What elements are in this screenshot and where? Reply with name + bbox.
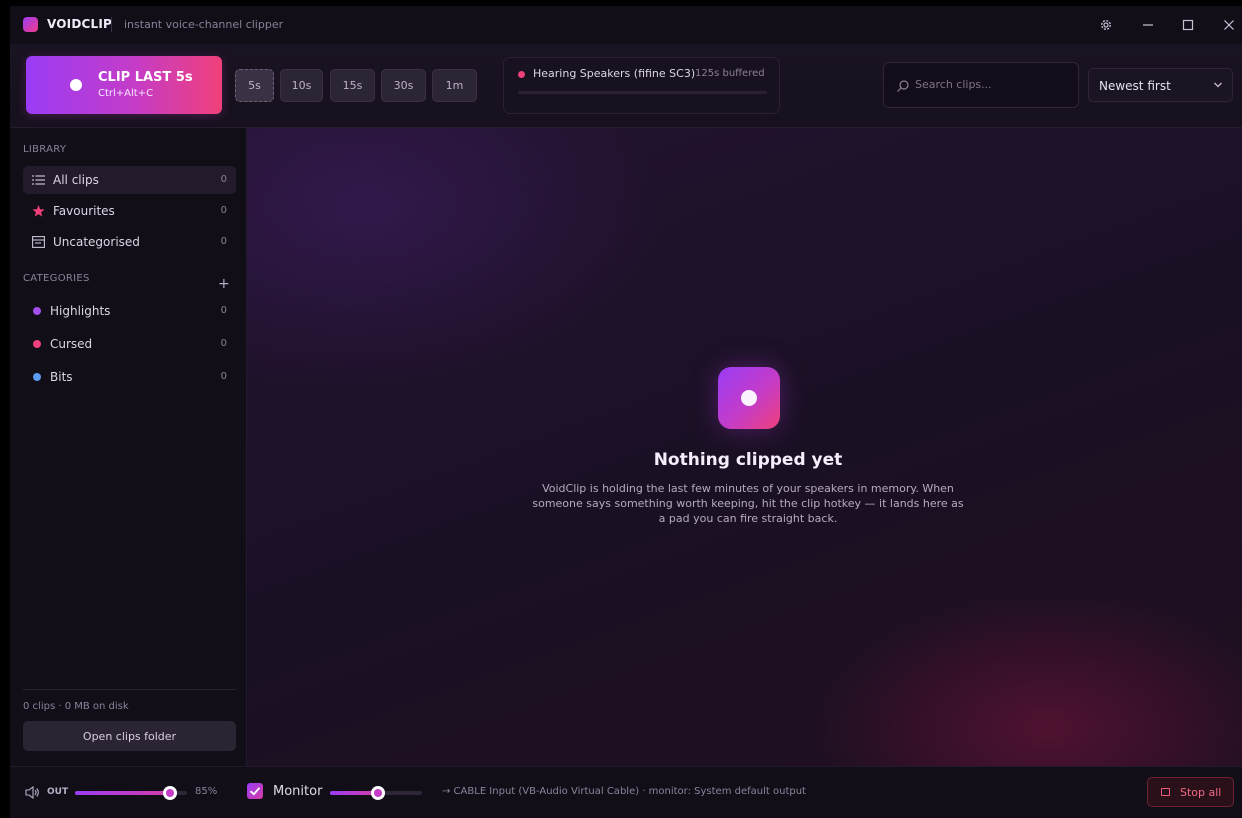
app-window: VOIDCLIP instant voice-channel clipper C… bbox=[10, 6, 1242, 818]
sidebar-item-favourites[interactable]: Favourites 0 bbox=[23, 197, 236, 225]
sidebar-item-count: 0 bbox=[220, 338, 227, 349]
sidebar-item-count: 0 bbox=[220, 371, 227, 382]
sidebar-item-label: Highlights bbox=[50, 304, 111, 318]
speaker-icon bbox=[25, 786, 39, 799]
sidebar-item-highlights[interactable]: Highlights 0 bbox=[23, 297, 236, 325]
sort-selected: Newest first bbox=[1099, 79, 1171, 93]
category-color-dot bbox=[33, 307, 41, 315]
list-icon bbox=[32, 175, 45, 185]
chevron-down-icon bbox=[1214, 82, 1222, 88]
output-volume-slider[interactable] bbox=[75, 786, 187, 800]
star-icon bbox=[32, 205, 45, 217]
sidebar-item-label: Bits bbox=[50, 370, 73, 384]
sidebar-divider bbox=[23, 689, 236, 690]
empty-state-text: VoidClip is holding the last few minutes… bbox=[532, 482, 964, 525]
live-dot-icon bbox=[518, 71, 525, 78]
audio-route-info: → CABLE Input (VB-Audio Virtual Cable) ·… bbox=[442, 786, 806, 797]
sidebar-item-bits[interactable]: Bits 0 bbox=[23, 363, 236, 391]
duration-1m-button[interactable]: 1m bbox=[432, 69, 477, 102]
sidebar-item-cursed[interactable]: Cursed 0 bbox=[23, 330, 236, 358]
app-logo-icon bbox=[23, 17, 38, 32]
sidebar-item-label: All clips bbox=[53, 173, 99, 187]
sidebar-item-label: Uncategorised bbox=[53, 235, 140, 249]
sidebar-item-label: Favourites bbox=[53, 204, 115, 218]
empty-state-icon bbox=[718, 367, 780, 429]
output-volume-fill bbox=[75, 791, 170, 795]
output-volume-handle[interactable] bbox=[163, 786, 177, 800]
category-color-dot bbox=[33, 373, 41, 381]
sidebar-item-count: 0 bbox=[220, 236, 227, 247]
duration-10s-button[interactable]: 10s bbox=[280, 69, 323, 102]
output-label: OUT bbox=[47, 787, 69, 797]
app-tagline: instant voice-channel clipper bbox=[124, 18, 284, 31]
monitor-checkbox[interactable] bbox=[247, 783, 263, 799]
buffer-meter bbox=[518, 91, 767, 94]
title-bar: VOIDCLIP instant voice-channel clipper bbox=[10, 6, 1242, 44]
library-heading: LIBRARY bbox=[23, 144, 67, 155]
category-color-dot bbox=[33, 340, 41, 348]
clip-hotkey-label: Ctrl+Alt+C bbox=[98, 88, 154, 99]
categories-heading: CATEGORIES bbox=[23, 273, 90, 284]
buffer-length: 125s buffered bbox=[695, 68, 765, 79]
sidebar-item-all-clips[interactable]: All clips 0 bbox=[23, 166, 236, 194]
clip-button-label: CLIP LAST 5s bbox=[98, 70, 193, 85]
stop-all-button[interactable]: Stop all bbox=[1147, 777, 1234, 807]
top-toolbar: CLIP LAST 5s Ctrl+Alt+C 5s 10s 15s 30s 1… bbox=[10, 44, 1242, 128]
monitor-label: Monitor bbox=[273, 784, 323, 799]
disk-usage: 0 clips · 0 MB on disk bbox=[23, 701, 129, 712]
monitor-volume-handle[interactable] bbox=[371, 786, 385, 800]
search-placeholder: Search clips... bbox=[915, 78, 992, 91]
sidebar-item-uncategorised[interactable]: Uncategorised 0 bbox=[23, 228, 236, 256]
sidebar-item-count: 0 bbox=[220, 205, 227, 216]
title-divider bbox=[111, 17, 112, 32]
duration-15s-button[interactable]: 15s bbox=[330, 69, 375, 102]
checkmark-icon bbox=[249, 787, 261, 796]
stop-icon bbox=[1161, 788, 1170, 796]
sidebar-item-count: 0 bbox=[220, 174, 227, 185]
capture-status: Hearing Speakers (fifine SC3) 125s buffe… bbox=[503, 57, 780, 114]
empty-state-title: Nothing clipped yet bbox=[653, 450, 843, 470]
search-icon bbox=[897, 80, 909, 92]
record-icon bbox=[70, 79, 82, 91]
capture-device: Hearing Speakers (fifine SC3) bbox=[533, 67, 696, 80]
search-input[interactable]: Search clips... bbox=[883, 62, 1079, 108]
sort-select[interactable]: Newest first bbox=[1088, 68, 1233, 102]
stop-all-label: Stop all bbox=[1180, 786, 1222, 799]
minimize-icon[interactable] bbox=[1136, 14, 1160, 36]
close-icon[interactable] bbox=[1217, 14, 1241, 36]
gear-icon[interactable] bbox=[1094, 14, 1118, 36]
bottom-bar: OUT 85% Monitor → CABLE Input (VB-Audio … bbox=[10, 766, 1242, 818]
maximize-icon[interactable] bbox=[1176, 14, 1200, 36]
inbox-icon bbox=[32, 236, 45, 248]
sidebar-item-count: 0 bbox=[220, 305, 227, 316]
duration-30s-button[interactable]: 30s bbox=[381, 69, 426, 102]
clip-last-button[interactable]: CLIP LAST 5s Ctrl+Alt+C bbox=[26, 56, 222, 114]
add-category-button[interactable]: + bbox=[218, 276, 230, 292]
duration-5s-button[interactable]: 5s bbox=[235, 69, 274, 102]
record-dot-icon bbox=[741, 390, 757, 406]
clip-pad-area: Nothing clipped yet VoidClip is holding … bbox=[247, 128, 1242, 766]
sidebar-item-label: Cursed bbox=[50, 337, 93, 351]
app-name: VOIDCLIP bbox=[47, 17, 113, 31]
monitor-volume-slider[interactable] bbox=[330, 786, 422, 800]
open-clips-folder-button[interactable]: Open clips folder bbox=[23, 721, 236, 751]
sidebar: LIBRARY All clips 0 Favourites 0 Uncateg… bbox=[10, 128, 247, 766]
output-volume-value: 85% bbox=[195, 786, 218, 797]
